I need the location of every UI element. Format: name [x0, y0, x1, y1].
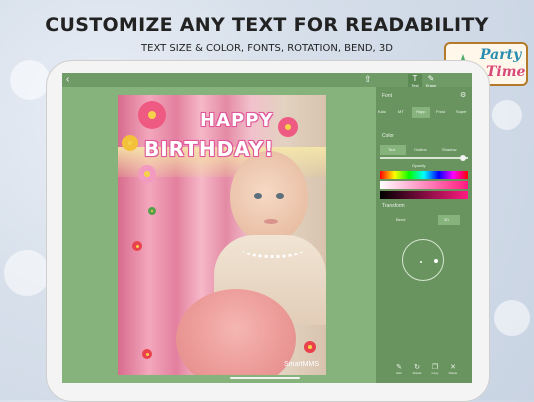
card-text-birthday[interactable]: BIRTHDAY! — [144, 137, 274, 161]
font-picker: Kalo MT Happ Frosi Super — [376, 107, 472, 119]
rotate-icon: ↻ — [414, 364, 420, 371]
top-toolbar: ‹ ⇧ T Text ✎ Erase — [62, 73, 472, 88]
flower-sticker[interactable] — [132, 241, 142, 251]
birthday-card-canvas[interactable]: HAPPY BIRTHDAY! ↻ SmartMMS — [118, 95, 326, 375]
bokeh-light — [492, 100, 522, 130]
pencil-icon: ✎ — [427, 74, 435, 83]
text-tools-bar: ✎ Edit ↻ Rotate ❐ Copy ✕ Delete — [392, 363, 472, 379]
bokeh-light — [10, 60, 50, 100]
transform-dial-center — [420, 261, 422, 263]
color-mode-segment: Text Outline Shadow — [380, 145, 468, 155]
transform-mode-3d[interactable]: 3D — [444, 217, 449, 222]
baby-mouth — [264, 219, 278, 224]
delete-label: Delete — [448, 371, 458, 375]
color-mode-outline[interactable]: Outline — [414, 147, 427, 152]
shade-gradient-bar[interactable] — [380, 191, 468, 199]
app-screen: ‹ ⇧ T Text ✎ Erase HAPPY BIRTHDAY! ↻ Sma… — [62, 73, 472, 383]
tint-gradient-bar[interactable] — [380, 181, 468, 189]
text-properties-panel: Font ⚙ Kalo MT Happ Frosi Super Color Te… — [376, 87, 472, 383]
tab-text[interactable]: T Text — [408, 74, 422, 88]
copy-label: Copy — [431, 371, 439, 375]
font-option[interactable]: Frosi — [436, 109, 445, 114]
page-headline: CUSTOMIZE ANY TEXT FOR READABILITY — [45, 14, 489, 36]
transform-section-title: Transform — [382, 203, 405, 209]
transform-mode-segment: Bend 3D — [380, 215, 468, 225]
baby-eye — [254, 193, 262, 199]
watermark: SmartMMS — [284, 361, 319, 368]
chevron-left-icon[interactable]: ‹ — [66, 74, 69, 85]
text-icon: T — [412, 74, 418, 83]
font-option[interactable]: MT — [398, 109, 404, 114]
transform-dial-handle[interactable] — [434, 259, 438, 263]
flower-sticker[interactable] — [278, 117, 298, 137]
flower-sticker[interactable] — [304, 341, 316, 353]
edit-label: Edit — [396, 371, 402, 375]
logo-word-1: Party — [480, 47, 522, 63]
pearl-necklace — [242, 241, 304, 258]
bokeh-light — [494, 300, 530, 336]
size-slider-knob[interactable] — [460, 155, 466, 161]
logo-word-2: Time — [486, 64, 526, 80]
size-slider-track[interactable] — [380, 157, 468, 159]
flower-sticker[interactable] — [142, 349, 152, 359]
flower-sticker[interactable] — [138, 165, 156, 183]
copy-icon: ❐ — [431, 364, 439, 371]
rotate-tool[interactable]: ↻ Rotate — [410, 363, 424, 375]
font-option[interactable]: Super — [456, 109, 467, 114]
transform-mode-bend[interactable]: Bend — [396, 217, 405, 222]
color-mode-text[interactable]: Text — [388, 147, 395, 152]
flower-sticker[interactable] — [148, 207, 156, 215]
settings-icon[interactable]: ⚙ — [460, 91, 466, 99]
tab-erase[interactable]: ✎ Erase — [424, 74, 438, 88]
color-section-title: Color — [382, 133, 394, 139]
font-option-selected[interactable]: Happ — [416, 109, 426, 114]
flower-sticker[interactable] — [122, 135, 138, 151]
edit-icon: ✎ — [396, 364, 402, 371]
share-icon[interactable]: ⇧ — [364, 74, 372, 85]
card-text-happy[interactable]: HAPPY — [200, 110, 273, 131]
flower-sticker[interactable] — [138, 101, 166, 129]
home-indicator[interactable] — [230, 377, 300, 379]
hue-spectrum-bar[interactable] — [380, 171, 468, 179]
copy-tool[interactable]: ❐ Copy — [428, 363, 442, 375]
delete-tool[interactable]: ✕ Delete — [446, 363, 460, 375]
font-section-title: Font — [382, 93, 393, 99]
font-option[interactable]: Kalo — [378, 109, 386, 114]
rotate-label: Rotate — [412, 371, 422, 375]
baby-photo-head — [230, 151, 308, 243]
bokeh-light — [4, 250, 50, 296]
color-mode-shadow[interactable]: Shadow — [442, 147, 456, 152]
edit-tool[interactable]: ✎ Edit — [392, 363, 406, 375]
trash-icon: ✕ — [450, 364, 456, 371]
baby-eye — [276, 193, 284, 199]
opacity-label: Opacity — [412, 163, 426, 168]
